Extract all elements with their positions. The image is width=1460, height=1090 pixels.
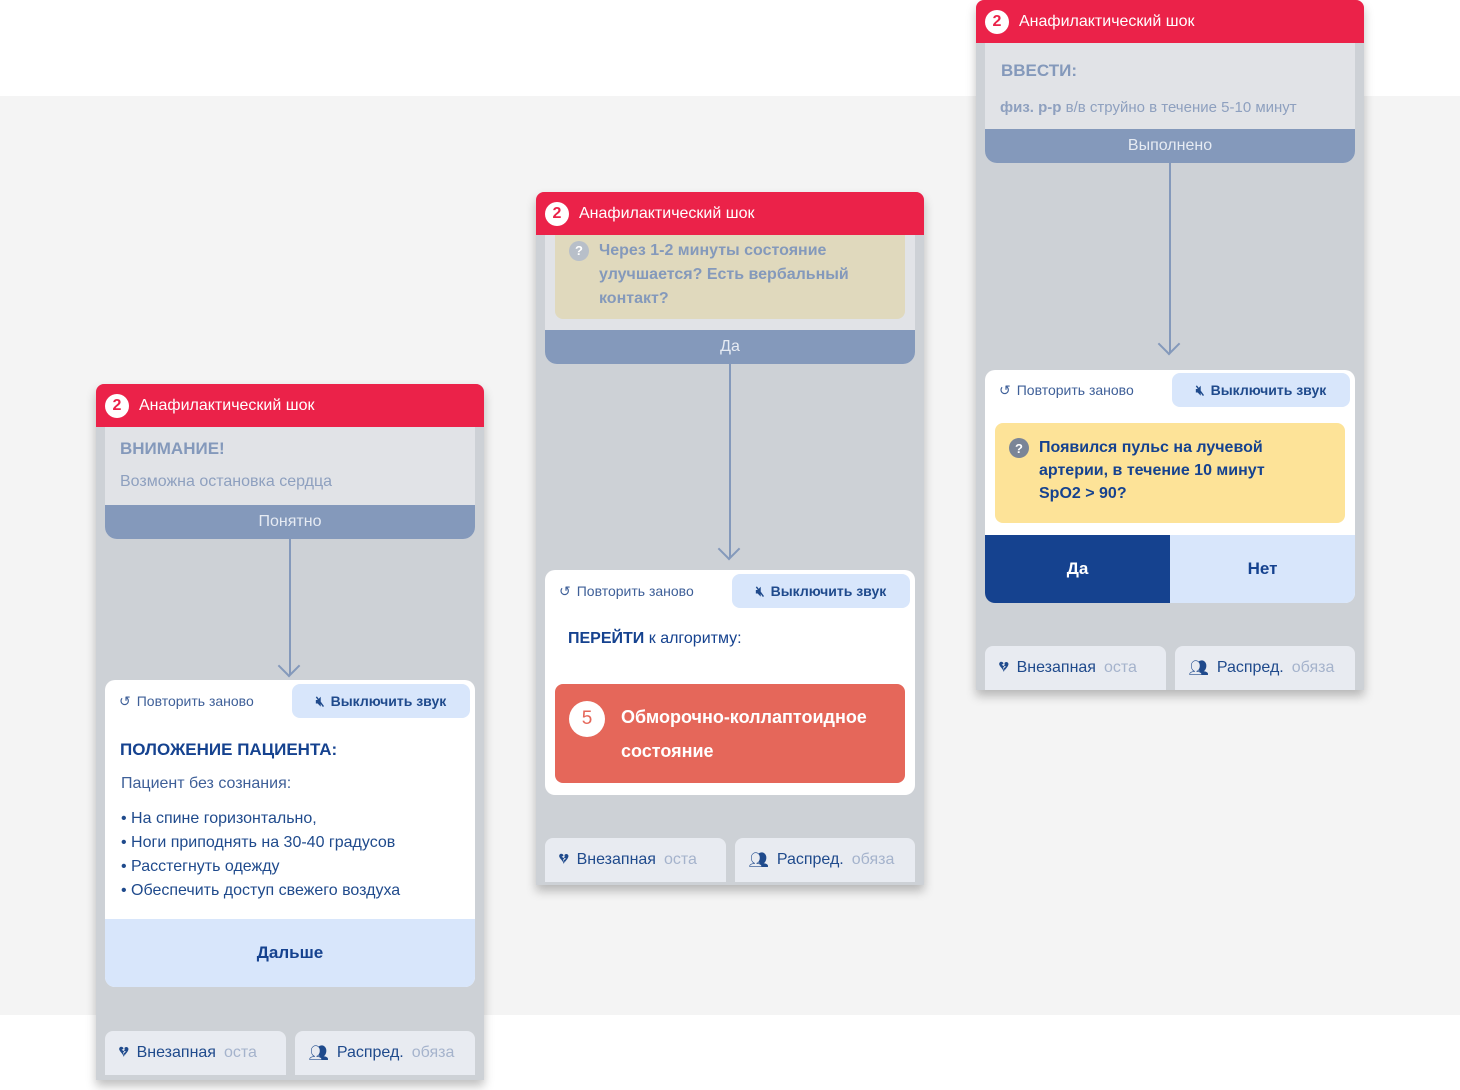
scenario-number: 2: [985, 9, 1009, 34]
phone-screen-middle: 2 Анафилактический шок ? Через 1-2 минуты …: [536, 192, 924, 885]
algorithm-link[interactable]: 5 Обморочно-коллаптоидное состояние: [555, 684, 905, 783]
repeat-label: Повторить заново: [136, 693, 254, 709]
no-button[interactable]: Нет: [1170, 535, 1355, 603]
step-title: ПОЛОЖЕНИЕ ПАЦИЕНТА:: [120, 740, 338, 759]
scenario-header: 2 Анафилактический шок: [536, 192, 924, 235]
tab-sudden-arrest[interactable]: 💔︎ Внезапная оста: [985, 646, 1166, 690]
yes-button[interactable]: Да: [545, 330, 915, 364]
bottom-tabs: 💔︎ Внезапная оста 👥︎ Распред. обяза: [545, 838, 915, 882]
sound-off-icon: 🔇︎: [315, 692, 325, 709]
scenario-header: 2 Анафилактический шок: [96, 384, 484, 427]
list-item: • На спине горизонтально,: [121, 810, 317, 827]
repeat-button[interactable]: ↺ Повторить заново: [999, 373, 1134, 407]
broken-heart-icon: 💔︎: [559, 851, 569, 868]
flow-arrow-icon: [729, 364, 731, 558]
restart-icon: ↺: [999, 381, 1011, 398]
scenario-title: Анафилактический шок: [1019, 12, 1195, 30]
mute-label: Выключить звук: [1210, 382, 1327, 398]
question-text: Через 1-2 минуты состояние улучшается? Е…: [599, 242, 849, 307]
scenario-number: 2: [105, 393, 129, 418]
scenario-title: Анафилактический шок: [579, 204, 755, 222]
people-icon: 👥︎: [748, 852, 769, 869]
step-text: физ. р-р в/в струйно в течение 5-10 мину…: [1000, 99, 1297, 116]
list-item: • Расстегнуть одежду: [121, 858, 280, 875]
step-title: ВНИМАНИЕ!: [120, 439, 225, 458]
next-button[interactable]: Дальше: [105, 919, 475, 987]
yes-button[interactable]: Да: [985, 535, 1170, 603]
restart-icon: ↺: [119, 692, 131, 709]
mute-button[interactable]: 🔇︎ Выключить звук: [1172, 373, 1350, 407]
sound-off-icon: 🔇︎: [755, 582, 765, 599]
mute-button[interactable]: 🔇︎ Выключить звук: [292, 684, 470, 718]
repeat-button[interactable]: ↺ Повторить заново: [119, 684, 254, 718]
phone-screen-right: 2 Анафилактический шок ВВЕСТИ: физ. р-р в…: [976, 0, 1364, 690]
broken-heart-icon: 💔︎: [119, 1044, 129, 1061]
done-button[interactable]: Выполнено: [985, 129, 1355, 163]
instruction-list: • На спине горизонтально, • Ноги приподн…: [121, 807, 400, 903]
list-item: • Обеспечить доступ свежего воздуха: [121, 882, 401, 899]
tab-duties[interactable]: 👥︎ Распред. обяза: [734, 838, 915, 882]
repeat-label: Повторить заново: [1016, 382, 1134, 398]
tab-duties[interactable]: 👥︎ Распред. обяза: [294, 1031, 475, 1075]
understood-button[interactable]: Понятно: [105, 505, 475, 539]
scenario-number: 2: [545, 201, 569, 226]
previous-step-card: ВВЕСТИ: физ. р-р в/в струйно в течение 5…: [985, 43, 1355, 163]
step-subtitle: Пациент без сознания:: [121, 775, 292, 792]
step-text: Возможна остановка сердца: [120, 473, 333, 490]
mute-label: Выключить звук: [770, 583, 887, 599]
broken-heart-icon: 💔︎: [999, 659, 1009, 676]
flow-arrow-icon: [1169, 163, 1171, 353]
sound-off-icon: 🔇︎: [1195, 381, 1205, 398]
question-box: ? Через 1-2 минуты состояние улучшается? …: [555, 235, 905, 319]
people-icon: 👥︎: [308, 1045, 329, 1062]
list-item: • Ноги приподнять на 30-40 градусов: [121, 834, 396, 851]
repeat-label: Повторить заново: [576, 583, 694, 599]
question-box: ? Появился пульс на лучевой артерии, в те…: [995, 423, 1345, 523]
repeat-button[interactable]: ↺ Повторить заново: [559, 574, 694, 608]
goto-text: ПЕРЕЙТИ к алгоритму:: [568, 630, 742, 647]
current-step-card: ↺ Повторить заново 🔇︎ Выключить звук ПОЛОЖ…: [105, 680, 475, 987]
algorithm-title: Обморочно-коллаптоидное состояние: [621, 706, 867, 761]
current-step-card: ↺ Повторить заново 🔇︎ Выключить звук ПЕРЕЙ…: [545, 570, 915, 795]
people-icon: 👥︎: [1188, 660, 1209, 677]
restart-icon: ↺: [559, 582, 571, 599]
tab-sudden-arrest[interactable]: 💔︎ Внезапная оста: [545, 838, 726, 882]
question-icon: ?: [1009, 438, 1029, 458]
question-icon: ?: [569, 241, 589, 261]
mute-label: Выключить звук: [330, 693, 447, 709]
tab-sudden-arrest[interactable]: 💔︎ Внезапная оста: [105, 1031, 286, 1075]
question-text: Появился пульс на лучевой артерии, в теч…: [1039, 439, 1265, 502]
algorithm-number: 5: [569, 700, 605, 737]
flow-arrow-icon: [289, 539, 291, 675]
phone-screen-left: 2 Анафилактический шок ВНИМАНИЕ! Возможна…: [96, 384, 484, 1080]
bottom-tabs: 💔︎ Внезапная оста 👥︎ Распред. обяза: [105, 1031, 475, 1075]
previous-step-card: ВНИМАНИЕ! Возможна остановка сердца Поня…: [105, 427, 475, 539]
current-step-card: ↺ Повторить заново 🔇︎ Выключить звук ? Появ…: [985, 370, 1355, 603]
tab-duties[interactable]: 👥︎ Распред. обяза: [1174, 646, 1355, 690]
bottom-tabs: 💔︎ Внезапная оста 👥︎ Распред. обяза: [985, 646, 1355, 690]
step-title: ВВЕСТИ:: [1001, 61, 1078, 80]
previous-step-card: ? Через 1-2 минуты состояние улучшается? …: [545, 235, 915, 364]
scenario-title: Анафилактический шок: [139, 396, 315, 414]
scenario-header: 2 Анафилактический шок: [976, 0, 1364, 43]
mute-button[interactable]: 🔇︎ Выключить звук: [732, 574, 910, 608]
